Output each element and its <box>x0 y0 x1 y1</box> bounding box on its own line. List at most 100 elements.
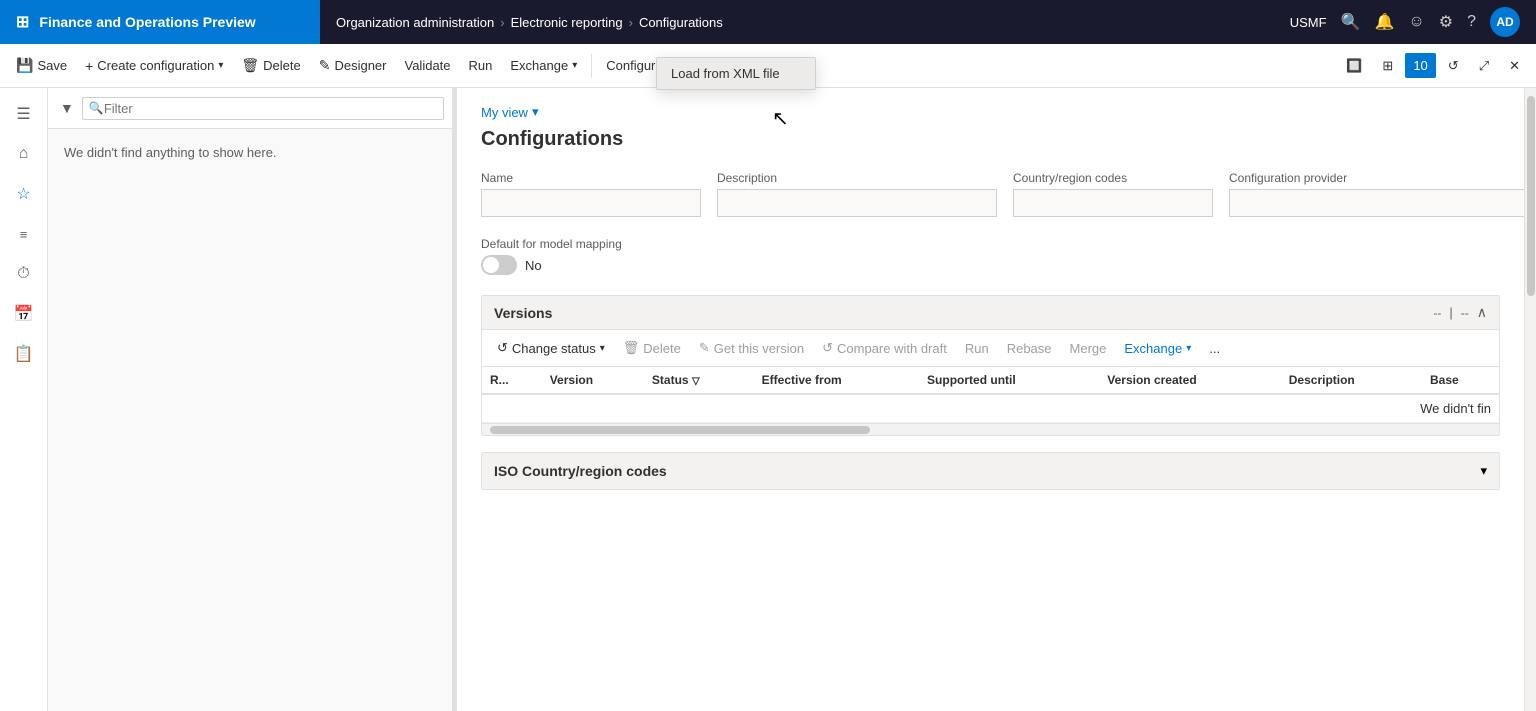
name-input[interactable] <box>481 189 701 217</box>
help-icon[interactable]: ? <box>1467 13 1476 31</box>
expand-icon[interactable]: ⤢ <box>1471 53 1497 79</box>
right-scrollbar[interactable] <box>1524 88 1536 711</box>
nav-right: USMF 🔍 🔔 ☺ ⚙ ? AD <box>1274 7 1536 37</box>
scrollbar-thumb[interactable] <box>490 426 870 434</box>
smiley-icon[interactable]: ☺ <box>1408 13 1424 31</box>
change-status-button[interactable]: ↺ Change status ▾ <box>490 336 612 360</box>
designer-icon: ✎ <box>319 57 331 74</box>
sidebar-home-icon[interactable]: ⌂ <box>6 136 42 172</box>
versions-table: R... Version Status ▽ Effective from Sup… <box>482 367 1499 423</box>
status-filter-icon[interactable]: ▽ <box>692 376 700 387</box>
description-field-group: Description <box>717 171 997 217</box>
no-data-message: We didn't find anything to show here. <box>48 129 452 176</box>
top-nav: ⊞ Finance and Operations Preview Organiz… <box>0 0 1536 44</box>
name-label: Name <box>481 171 701 185</box>
right-scrollbar-thumb[interactable] <box>1527 96 1535 296</box>
close-button[interactable]: ✕ <box>1501 53 1528 79</box>
username: USMF <box>1290 15 1327 30</box>
provider-input[interactable] <box>1229 189 1524 217</box>
sidebar-lines-icon[interactable]: ≡ <box>6 216 42 252</box>
versions-table-container: R... Version Status ▽ Effective from Sup… <box>482 367 1499 423</box>
toggle-value: No <box>525 258 542 273</box>
col-effective-from[interactable]: Effective from <box>754 367 919 394</box>
create-configuration-button[interactable]: + Create configuration ▾ <box>77 53 231 79</box>
page-title: Configurations <box>481 128 1500 151</box>
versions-exchange-button[interactable]: Exchange ▾ <box>1117 337 1198 360</box>
iso-chevron: ▾ <box>1480 463 1487 479</box>
sidebar-list-icon[interactable]: 📋 <box>6 336 42 372</box>
versions-section-header[interactable]: Versions -- | -- ∧ <box>482 296 1499 330</box>
get-version-button[interactable]: ✎ Get this version <box>692 336 811 360</box>
versions-header-right: -- | -- ∧ <box>1433 304 1487 321</box>
sidebar-star-icon[interactable]: ☆ <box>6 176 42 212</box>
get-version-icon: ✎ <box>699 340 710 356</box>
col-status[interactable]: Status ▽ <box>644 367 754 394</box>
versions-toolbar: ↺ Change status ▾ 🗑 Delete ✎ Get this ve… <box>482 330 1499 367</box>
avatar[interactable]: AD <box>1490 7 1520 37</box>
settings-nav-icon[interactable]: ⚙ <box>1439 12 1453 32</box>
versions-scrollbar[interactable] <box>482 423 1499 435</box>
country-input[interactable] <box>1013 189 1213 217</box>
exchange-toolbar-button[interactable]: Exchange ▾ <box>502 53 585 78</box>
right-panel: My view ▾ Configurations Name Descriptio… <box>457 88 1524 711</box>
form-row-1: Name Description Country/region codes Co… <box>481 171 1500 217</box>
breadcrumb-chevron-1: › <box>500 15 504 30</box>
col-supported-until[interactable]: Supported until <box>919 367 1099 394</box>
rebase-button[interactable]: Rebase <box>1000 337 1059 360</box>
sidebar-calendar-icon[interactable]: 📅 <box>6 296 42 332</box>
exchange-dropdown-icon: ▾ <box>572 60 577 71</box>
iso-section-header[interactable]: ISO Country/region codes ▾ <box>482 453 1499 489</box>
search-nav-icon[interactable]: 🔍 <box>1341 12 1361 32</box>
description-label: Description <box>717 171 997 185</box>
iso-section: ISO Country/region codes ▾ <box>481 452 1500 490</box>
breadcrumb-config[interactable]: Configurations <box>639 15 723 30</box>
col-base[interactable]: Base <box>1422 367 1499 394</box>
breadcrumb-org[interactable]: Organization administration <box>336 15 494 30</box>
col-r[interactable]: R... <box>482 367 542 394</box>
designer-button[interactable]: ✎ Designer <box>311 52 395 79</box>
sidebar-menu-icon[interactable]: ☰ <box>6 96 42 132</box>
my-view-bar[interactable]: My view ▾ <box>481 104 1500 120</box>
versions-delete-button[interactable]: 🗑 Delete <box>616 336 688 360</box>
validate-button[interactable]: Validate <box>397 53 459 78</box>
provider-field-group: Configuration provider <box>1229 171 1524 217</box>
compare-draft-button[interactable]: ↺ Compare with draft <box>815 336 954 360</box>
toggle-control: No <box>481 255 1500 275</box>
save-button[interactable]: 💾 Save <box>8 52 75 79</box>
layout-icon[interactable]: ⊞ <box>1374 53 1401 79</box>
description-input[interactable] <box>717 189 997 217</box>
col-description[interactable]: Description <box>1281 367 1422 394</box>
refresh-icon[interactable]: ↺ <box>1440 53 1467 79</box>
sidebar-clock-icon[interactable]: ⏱ <box>6 256 42 292</box>
change-status-dropdown-icon: ▾ <box>600 343 605 354</box>
versions-run-button[interactable]: Run <box>958 337 996 360</box>
grid-icon[interactable]: ⊞ <box>16 12 29 32</box>
my-view-chevron: ▾ <box>532 104 539 120</box>
default-mapping-toggle[interactable] <box>481 255 517 275</box>
left-panel-toolbar: ▼ 🔍 <box>48 88 452 129</box>
filter-input[interactable] <box>104 101 437 116</box>
badge-icon[interactable]: 10 <box>1405 53 1435 78</box>
breadcrumb: Organization administration › Electronic… <box>320 15 1274 30</box>
bell-icon[interactable]: 🔔 <box>1374 12 1394 32</box>
delete-button[interactable]: 🗑 Delete <box>233 52 308 79</box>
versions-more-button[interactable]: ... <box>1202 337 1227 360</box>
main-layout: ☰ ⌂ ☆ ≡ ⏱ 📅 📋 ▼ 🔍 We didn't find anythin… <box>0 88 1536 711</box>
filter-toolbar-icon[interactable]: 🔲 <box>1338 53 1370 79</box>
breadcrumb-er[interactable]: Electronic reporting <box>511 15 623 30</box>
my-view-label: My view <box>481 105 528 120</box>
col-version[interactable]: Version <box>542 367 644 394</box>
col-version-created[interactable]: Version created <box>1099 367 1280 394</box>
right-panel-inner: My view ▾ Configurations Name Descriptio… <box>457 88 1524 506</box>
versions-collapse-icon[interactable]: ∧ <box>1477 304 1487 321</box>
load-xml-item[interactable]: Load from XML file <box>657 58 815 89</box>
filter-button[interactable]: ▼ <box>56 96 78 120</box>
run-toolbar-button[interactable]: Run <box>461 53 501 78</box>
versions-dash1: -- <box>1433 306 1441 320</box>
versions-dash2: -- <box>1461 306 1469 320</box>
provider-label: Configuration provider <box>1229 171 1524 185</box>
country-field-group: Country/region codes <box>1013 171 1213 217</box>
country-label: Country/region codes <box>1013 171 1213 185</box>
left-panel: ▼ 🔍 We didn't find anything to show here… <box>48 88 453 711</box>
merge-button[interactable]: Merge <box>1063 337 1114 360</box>
